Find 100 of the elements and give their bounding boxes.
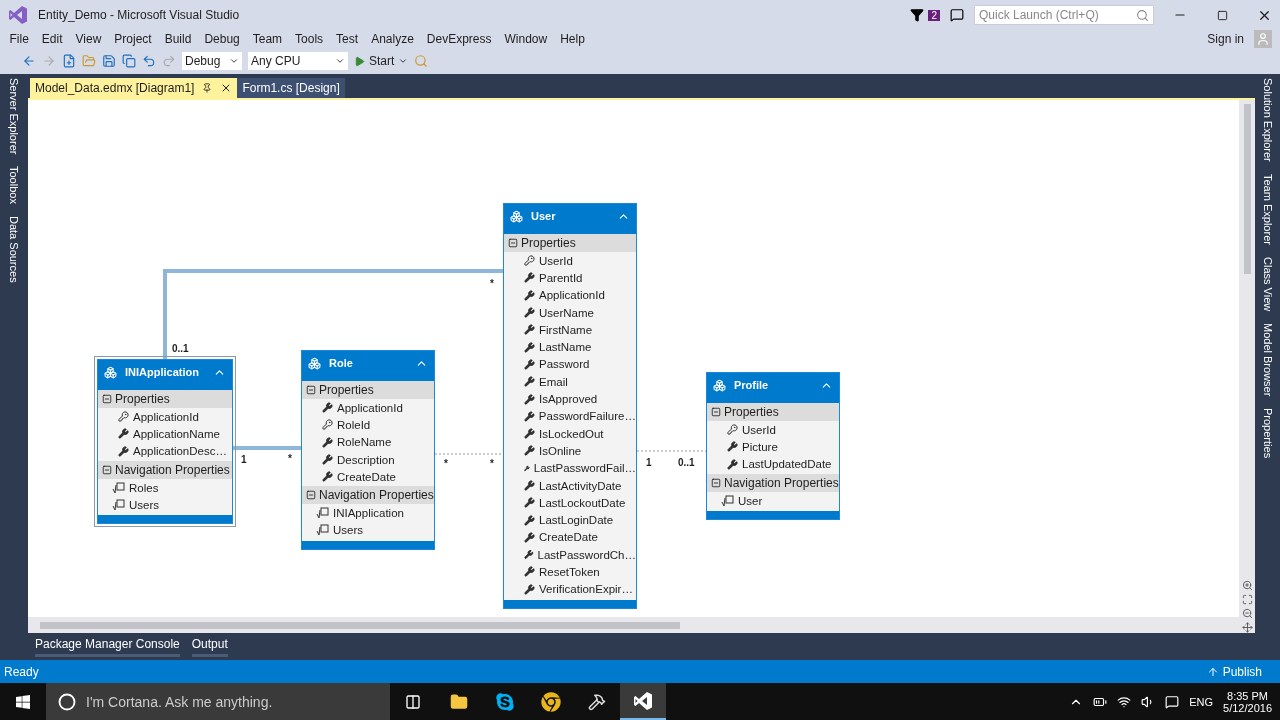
side-tab[interactable]: Server Explorer	[8, 78, 20, 155]
property-name[interactable]: LastLockoutDate	[539, 496, 626, 509]
property-name[interactable]: ApplicationName	[133, 427, 220, 440]
property-name[interactable]: INIApplication	[333, 507, 404, 520]
back-icon[interactable]	[22, 54, 36, 68]
tool-window-tab[interactable]: Package Manager Console	[35, 634, 180, 657]
collapse-icon[interactable]	[102, 464, 112, 475]
property-name[interactable]: Email	[539, 375, 568, 388]
property-name[interactable]: IsApproved	[539, 393, 598, 405]
property-name[interactable]: User	[738, 494, 763, 507]
menu-item[interactable]: DevExpress	[420, 32, 498, 46]
document-tab[interactable]: Model_Data.edmx [Diagram1]	[30, 78, 238, 98]
menu-item[interactable]: Edit	[35, 32, 70, 46]
collapse-icon[interactable]	[508, 238, 518, 248]
property-name[interactable]: LastPasswordCh…	[537, 548, 636, 561]
property-name[interactable]: ResetToken	[539, 566, 600, 578]
side-tab[interactable]: Properties	[1261, 408, 1274, 459]
clock[interactable]: 8:35 PM 5/12/2016	[1223, 689, 1272, 714]
save-all-icon[interactable]	[122, 54, 136, 68]
menu-item[interactable]: File	[3, 32, 36, 46]
skype-icon[interactable]	[495, 691, 515, 712]
feedback-icon[interactable]	[950, 8, 964, 22]
configuration-dropdown[interactable]: Debug	[182, 52, 242, 70]
entity-frame[interactable]	[500, 200, 640, 612]
side-tab[interactable]: Class View	[1261, 256, 1274, 311]
scrollbar-thumb[interactable]	[40, 621, 680, 629]
property-name[interactable]: ApplicationDesc…	[133, 445, 227, 458]
property-name[interactable]: LastUpdatedDate	[742, 458, 832, 471]
sign-in-link[interactable]: Sign in	[1207, 32, 1244, 46]
association-line[interactable]	[434, 453, 504, 455]
collapse-icon[interactable]	[711, 407, 721, 417]
scrollbar-thumb[interactable]	[1243, 104, 1251, 274]
property-name[interactable]: ApplicationId	[539, 289, 605, 302]
association-line[interactable]	[163, 269, 503, 359]
menu-item[interactable]: Tools	[288, 32, 330, 46]
menu-item[interactable]: Window	[498, 32, 554, 46]
menu-item[interactable]: Analyze	[364, 32, 421, 46]
collapse-icon[interactable]	[306, 385, 316, 395]
property-name[interactable]: PasswordFailure…	[538, 410, 636, 423]
chrome-icon[interactable]	[541, 691, 561, 712]
property-name[interactable]: UserName	[539, 306, 594, 319]
property-name[interactable]: LastLoginDate	[539, 514, 614, 527]
wifi-icon[interactable]	[1117, 694, 1132, 709]
windows-start-icon[interactable]	[15, 693, 31, 710]
restore-icon[interactable]	[1216, 9, 1228, 21]
property-name[interactable]: ApplicationId	[133, 410, 199, 423]
filter-icon[interactable]	[910, 8, 925, 22]
side-tab[interactable]: Team Explorer	[1261, 173, 1274, 245]
property-name[interactable]: UserId	[742, 423, 776, 436]
menu-item[interactable]: Build	[158, 32, 198, 46]
property-name[interactable]: Roles	[129, 481, 159, 494]
entity-frame[interactable]: INIApplication Properties ApplicationId ApplicationName ApplicationDesc… Navigation Properties Roles Users	[94, 356, 236, 528]
notification-badge[interactable]: 2	[928, 9, 940, 21]
property-name[interactable]: Users	[129, 498, 160, 511]
property-name[interactable]: IsLockedOut	[539, 427, 604, 440]
property-name[interactable]: CreateDate	[539, 531, 598, 544]
side-tab[interactable]: Model Browser	[1261, 322, 1274, 397]
quick-launch-field[interactable]: Quick Launch (Ctrl+Q)	[974, 5, 1154, 25]
menu-item[interactable]: Debug	[197, 32, 247, 46]
property-name[interactable]: LastActivityDate	[539, 479, 622, 492]
collapse-icon[interactable]	[711, 477, 721, 488]
folder-icon[interactable]	[450, 692, 468, 711]
side-tab[interactable]: Solution Explorer	[1261, 78, 1274, 162]
property-name[interactable]: ParentId	[539, 271, 583, 284]
property-name[interactable]: LastPasswordFail…	[533, 462, 636, 475]
menu-item[interactable]: Help	[553, 32, 592, 46]
platform-dropdown[interactable]: Any CPU	[248, 52, 348, 70]
menu-item[interactable]: Team	[246, 32, 289, 46]
property-name[interactable]: ApplicationId	[337, 401, 403, 414]
property-name[interactable]: FirstName	[539, 323, 593, 336]
property-name[interactable]: CreateDate	[337, 470, 396, 483]
tool-window-tab[interactable]: Output	[191, 634, 228, 657]
menu-item[interactable]: Project	[107, 32, 159, 46]
collapse-icon[interactable]	[102, 394, 112, 404]
zoom-in-icon[interactable]	[1241, 580, 1253, 591]
collapse-icon[interactable]	[306, 490, 316, 501]
menu-item[interactable]: Test	[329, 32, 365, 46]
side-tab[interactable]: Data Sources	[8, 216, 20, 283]
property-name[interactable]: VerificationExpir…	[539, 583, 633, 596]
side-tab[interactable]: Toolbox	[8, 166, 20, 205]
undo-icon[interactable]	[142, 54, 156, 68]
property-name[interactable]: Description	[337, 453, 395, 466]
property-name[interactable]: LastName	[539, 341, 592, 354]
zoom-out-icon[interactable]	[1241, 608, 1253, 619]
language-indicator[interactable]: ENG	[1189, 695, 1214, 708]
search-field[interactable]: I'm Cortana. Ask me anything.	[46, 683, 390, 720]
start-button[interactable]: Start	[354, 54, 409, 68]
publish-button[interactable]: Publish	[1206, 664, 1262, 679]
pin-icon[interactable]	[202, 83, 213, 93]
property-name[interactable]: RoleId	[337, 418, 371, 431]
property-name[interactable]: UserId	[539, 254, 573, 267]
document-tab[interactable]: Form1.cs [Design]	[237, 78, 345, 98]
fit-icon[interactable]	[1241, 594, 1253, 605]
tools-icon[interactable]	[588, 692, 606, 711]
menu-item[interactable]: View	[69, 32, 108, 46]
property-name[interactable]: Password	[539, 358, 590, 371]
property-name[interactable]: IsOnline	[539, 444, 582, 457]
property-name[interactable]: RoleName	[337, 436, 392, 449]
save-icon[interactable]	[102, 54, 116, 68]
property-name[interactable]: Picture	[742, 440, 778, 453]
